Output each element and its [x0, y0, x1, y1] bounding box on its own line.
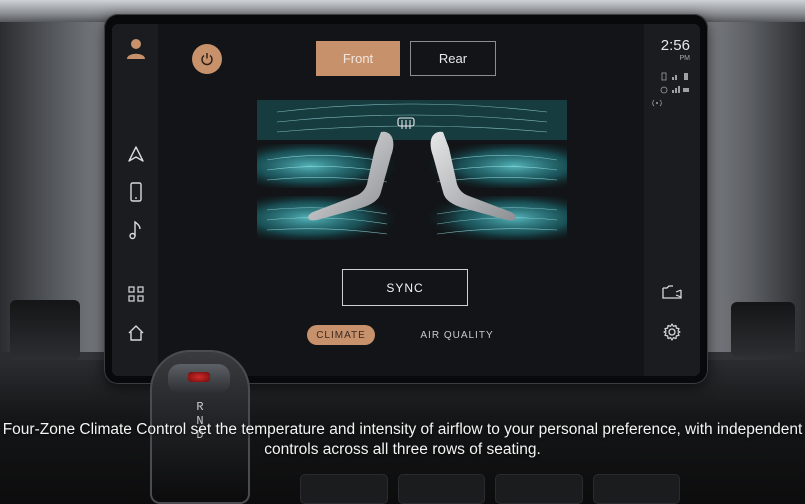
- navigation-icon[interactable]: [124, 142, 148, 166]
- settings-icon[interactable]: [660, 321, 684, 343]
- apps-grid-icon[interactable]: [124, 282, 148, 306]
- power-icon: [201, 53, 213, 66]
- air-vent-left: [10, 300, 80, 360]
- status-indicators: [650, 72, 690, 111]
- power-button[interactable]: [192, 44, 222, 74]
- camera-icon[interactable]: [660, 282, 684, 302]
- tab-air-quality[interactable]: AIR QUALITY: [410, 325, 504, 345]
- network-icon: [650, 85, 690, 96]
- gear-indicator-light: [188, 372, 210, 382]
- infotainment-screen: Front Rear 2:56 PM SYNC CLIMATE AIR QUAL…: [112, 24, 700, 376]
- user-profile-icon[interactable]: [126, 38, 146, 60]
- sync-button[interactable]: SYNC: [342, 269, 468, 306]
- clock-time: 2:56: [660, 37, 690, 54]
- phone-icon[interactable]: [124, 180, 148, 204]
- console-button[interactable]: [300, 474, 388, 504]
- tab-front[interactable]: Front: [316, 41, 400, 76]
- caption-text: Four-Zone Climate Control set the temper…: [2, 421, 803, 458]
- wireless-icon: [650, 98, 690, 109]
- clock-ampm: PM: [679, 55, 691, 62]
- rear-defrost-icon[interactable]: [396, 116, 416, 130]
- music-icon[interactable]: [124, 218, 148, 242]
- console-button[interactable]: [592, 474, 680, 504]
- tab-climate[interactable]: CLIMATE: [307, 325, 375, 345]
- gear-letter-r: R: [196, 400, 204, 414]
- air-vent-right: [731, 302, 795, 357]
- console-button[interactable]: [495, 474, 583, 504]
- signal-battery-icon: [650, 72, 690, 83]
- console-button-row: [300, 474, 680, 504]
- home-icon[interactable]: [124, 321, 148, 345]
- console-button[interactable]: [397, 474, 485, 504]
- clock: 2:56 PM: [660, 37, 691, 63]
- tab-rear[interactable]: Rear: [410, 41, 496, 76]
